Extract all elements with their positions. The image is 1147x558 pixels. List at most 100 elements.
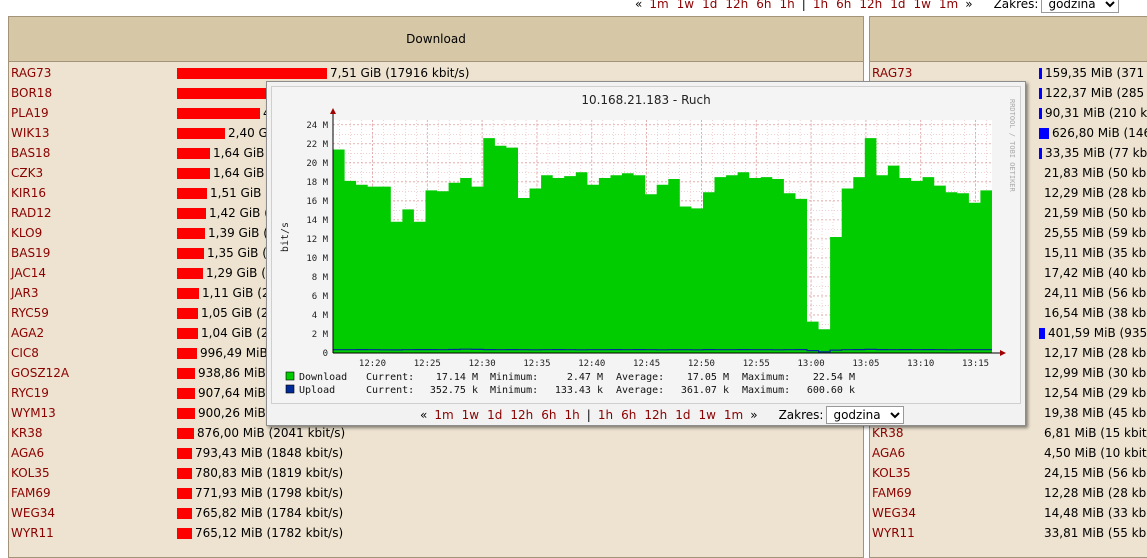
legend-minimum-label: Minimum: (490, 385, 538, 396)
popup-back-1w-link[interactable]: 1w (462, 408, 479, 422)
download-bar (177, 308, 198, 319)
download-host-link[interactable]: GOSZ12A (11, 363, 69, 383)
top-forward-1h-link[interactable]: 1h (813, 0, 828, 11)
upload-value: 401,59 MiB (935 k (1048, 326, 1147, 340)
upload-value: 25,55 MiB (59 kbit/ (1044, 226, 1147, 240)
upload-host-link[interactable]: AGA6 (872, 443, 905, 463)
upload-host-link[interactable]: FAM69 (872, 483, 912, 503)
x-tick-label: 12:55 (743, 359, 770, 369)
download-host-link[interactable]: JAC14 (11, 263, 46, 283)
top-back-6h-link[interactable]: 6h (756, 0, 771, 11)
download-value: 1,35 GiB (3 (207, 246, 275, 260)
download-host-link[interactable]: WEG34 (11, 503, 55, 523)
upload-value: 14,48 MiB (33 kbit/ (1044, 506, 1147, 520)
download-host-link[interactable]: RAD12 (11, 203, 52, 223)
top-back-arrow[interactable]: « (635, 0, 642, 11)
download-host-link[interactable]: CZK3 (11, 163, 43, 183)
popup-back-12h-link[interactable]: 12h (510, 408, 533, 422)
popup-back-1m-link[interactable]: 1m (434, 408, 453, 422)
top-forward-1m-link[interactable]: 1m (939, 0, 958, 11)
upload-row: FAM69 12,28 MiB (28 kbit/ (870, 483, 1147, 503)
upload-host-link[interactable]: KR38 (872, 423, 903, 443)
legend-current-value: 17.14 M (436, 372, 478, 383)
top-forward-1w-link[interactable]: 1w (913, 0, 930, 11)
upload-host-link[interactable]: WYR11 (872, 523, 915, 543)
upload-host-link[interactable]: RAG73 (872, 63, 912, 83)
top-forward-12h-link[interactable]: 12h (859, 0, 882, 11)
popup-forward-1m-link[interactable]: 1m (724, 408, 743, 422)
download-host-link[interactable]: BAS19 (11, 243, 50, 263)
download-value: 1,04 GiB (24 (201, 326, 277, 340)
download-row: RAG73 7,51 GiB (17916 kbit/s) (9, 63, 861, 83)
download-host-link[interactable]: WYR11 (11, 523, 54, 543)
top-zakres-select[interactable]: godzina (1041, 0, 1120, 13)
download-host-link[interactable]: JAR3 (11, 283, 39, 303)
upload-host-link[interactable]: WEG34 (872, 503, 916, 523)
top-back-1d-link[interactable]: 1d (702, 0, 717, 11)
popup-forward-12h-link[interactable]: 12h (644, 408, 667, 422)
upload-value: 17,42 MiB (40 kbit/ (1044, 266, 1147, 280)
download-bar (177, 348, 197, 359)
download-bar (177, 128, 225, 139)
upload-value: 15,11 MiB (35 kbit/ (1044, 246, 1147, 260)
download-host-link[interactable]: RYC59 (11, 303, 49, 323)
x-tick-label: 13:10 (907, 359, 934, 369)
upload-row: RAG73 159,35 MiB (371 k (870, 63, 1147, 83)
download-bar (177, 448, 192, 459)
legend-minimum-value: 2.47 M (567, 372, 603, 383)
x-tick-label: 13:00 (798, 359, 825, 369)
download-host-link[interactable]: KOL35 (11, 463, 50, 483)
top-forward-arrow[interactable]: » (965, 0, 972, 11)
x-tick-label: 13:05 (852, 359, 879, 369)
popup-zakres-select[interactable]: godzina (826, 406, 905, 424)
y-tick-label: 14 M (306, 216, 328, 226)
top-back-1w-link[interactable]: 1w (677, 0, 694, 11)
download-host-link[interactable]: BAS18 (11, 143, 50, 163)
download-host-link[interactable]: FAM69 (11, 483, 51, 503)
download-host-link[interactable]: AGA2 (11, 323, 44, 343)
download-host-link[interactable]: RAG73 (11, 63, 51, 83)
x-tick-label: 12:30 (469, 359, 496, 369)
legend-maximum-value: 600.60 k (807, 385, 855, 396)
x-tick-label: 12:50 (688, 359, 715, 369)
download-bar (177, 148, 210, 159)
download-value: 765,82 MiB (1784 kbit/s) (195, 506, 344, 520)
download-row: FAM69 771,93 MiB (1798 kbit/s) (9, 483, 861, 503)
popup-forward-1h-link[interactable]: 1h (598, 408, 613, 422)
download-host-link[interactable]: KIR16 (11, 183, 46, 203)
top-forward-1d-link[interactable]: 1d (890, 0, 905, 11)
download-host-link[interactable]: AGA6 (11, 443, 44, 463)
download-host-link[interactable]: BOR18 (11, 83, 52, 103)
legend-maximum-value: 22.54 M (813, 372, 855, 383)
legend-maximum-label: Maximum: (742, 385, 790, 396)
top-back-12h-link[interactable]: 12h (725, 0, 748, 11)
traffic-graph: 0 2 M 4 M 6 M 8 M 10 M 12 M 14 M 16 M 18 M 20 M 22 … (271, 86, 1021, 404)
download-bar (177, 528, 192, 539)
popup-back-arrow[interactable]: « (420, 408, 427, 422)
download-bar (177, 508, 192, 519)
y-tick-label: 8 M (312, 273, 329, 283)
legend-average-label: Average: (616, 385, 664, 396)
download-host-link[interactable]: WIK13 (11, 123, 50, 143)
popup-forward-1w-link[interactable]: 1w (698, 408, 715, 422)
download-host-link[interactable]: KR38 (11, 423, 42, 443)
upload-host-link[interactable]: KOL35 (872, 463, 911, 483)
popup-back-1d-link[interactable]: 1d (487, 408, 502, 422)
popup-forward-1d-link[interactable]: 1d (675, 408, 690, 422)
upload-value: 4,50 MiB (10 kbit/s (1044, 446, 1147, 460)
download-host-link[interactable]: RYC19 (11, 383, 49, 403)
legend-series-name: Upload (299, 385, 335, 396)
download-host-link[interactable]: PLA19 (11, 103, 49, 123)
popup-back-1h-link[interactable]: 1h (565, 408, 580, 422)
popup-forward-6h-link[interactable]: 6h (621, 408, 636, 422)
download-host-link[interactable]: CIC8 (11, 343, 39, 363)
popup-forward-arrow[interactable]: » (750, 408, 757, 422)
download-host-link[interactable]: KLO9 (11, 223, 42, 243)
top-back-1m-link[interactable]: 1m (649, 0, 668, 11)
upload-bar (1039, 128, 1049, 139)
top-forward-6h-link[interactable]: 6h (836, 0, 851, 11)
download-host-link[interactable]: WYM13 (11, 403, 56, 423)
popup-back-6h-link[interactable]: 6h (541, 408, 556, 422)
y-tick-label: 4 M (312, 311, 329, 321)
top-back-1h-link[interactable]: 1h (780, 0, 795, 11)
